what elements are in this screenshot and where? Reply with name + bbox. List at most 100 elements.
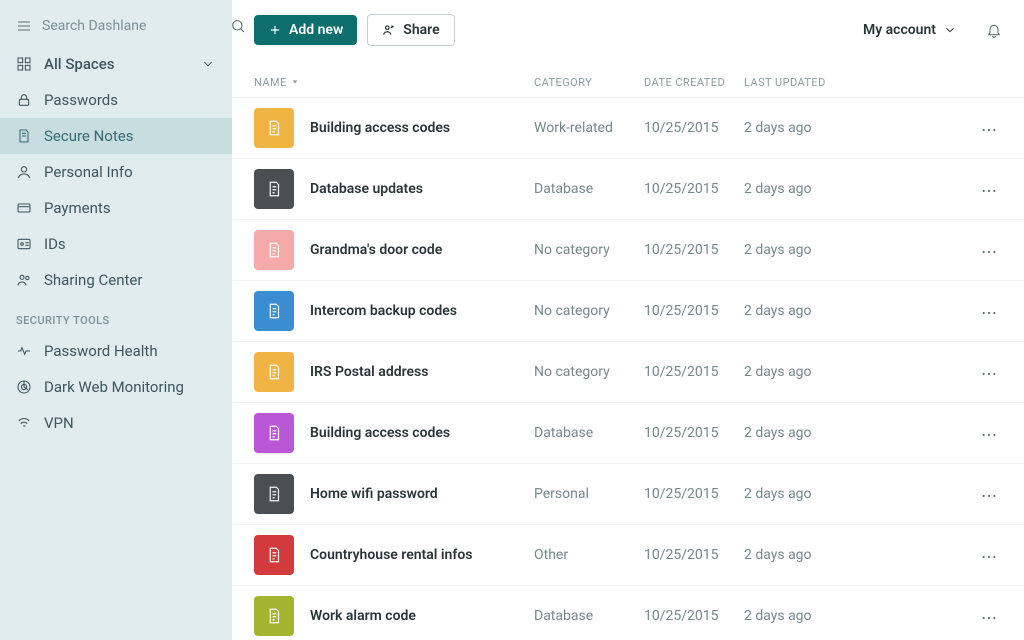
- note-category: No category: [534, 303, 644, 319]
- note-date: 10/25/2015: [644, 120, 744, 136]
- note-category: No category: [534, 364, 644, 380]
- row-more-button[interactable]: [976, 299, 1002, 323]
- note-updated: 2 days ago: [744, 364, 894, 380]
- note-title: Home wifi password: [310, 486, 438, 502]
- row-more-button[interactable]: [976, 360, 1002, 384]
- row-more-button[interactable]: [976, 421, 1002, 445]
- note-date: 10/25/2015: [644, 425, 744, 441]
- note-updated: 2 days ago: [744, 242, 894, 258]
- note-title: Countryhouse rental infos: [310, 547, 472, 563]
- note-updated: 2 days ago: [744, 181, 894, 197]
- row-more-button[interactable]: [976, 604, 1002, 628]
- chevron-down-icon: [942, 22, 958, 38]
- sidebar-item-label: Dark Web Monitoring: [44, 378, 184, 396]
- note-color-icon: [254, 108, 294, 148]
- sidebar-item-payments[interactable]: Payments: [0, 190, 232, 226]
- bell-icon[interactable]: [986, 22, 1002, 38]
- note-updated: 2 days ago: [744, 425, 894, 441]
- row-more-button[interactable]: [976, 116, 1002, 140]
- note-color-icon: [254, 230, 294, 270]
- table-row[interactable]: Database updates Database10/25/20152 days…: [232, 159, 1024, 220]
- row-more-button[interactable]: [976, 482, 1002, 506]
- people-icon: [16, 272, 32, 288]
- sidebar: All Spaces Passwords Secure Notes Person…: [0, 0, 232, 640]
- chevron-down-icon: [200, 56, 216, 72]
- column-header-name[interactable]: NAME: [254, 76, 534, 89]
- note-date: 10/25/2015: [644, 303, 744, 319]
- radar-icon: [16, 379, 32, 395]
- table-row[interactable]: Building access codes Work-related10/25/2…: [232, 98, 1024, 159]
- note-updated: 2 days ago: [744, 120, 894, 136]
- table-row[interactable]: Home wifi passwordPersonal10/25/20152 da…: [232, 464, 1024, 525]
- lock-icon: [16, 92, 32, 108]
- spaces-icon: [16, 56, 32, 72]
- note-title: Database updates: [310, 181, 423, 197]
- sidebar-item-passwords[interactable]: Passwords: [0, 82, 232, 118]
- note-color-icon: [254, 535, 294, 575]
- sidebar-item-personal-info[interactable]: Personal Info: [0, 154, 232, 190]
- table-header: NAME CATEGORY DATE CREATED LAST UPDATED: [232, 58, 1024, 98]
- card-icon: [16, 200, 32, 216]
- sidebar-item-label: Personal Info: [44, 163, 133, 181]
- row-more-button[interactable]: [976, 238, 1002, 262]
- security-tools-label: SECURITY TOOLS: [0, 298, 232, 333]
- note-icon: [16, 128, 32, 144]
- sidebar-item-label: IDs: [44, 235, 66, 253]
- note-category: Personal: [534, 486, 644, 502]
- column-header-updated[interactable]: LAST UPDATED: [744, 76, 894, 89]
- sidebar-item-dark-web[interactable]: Dark Web Monitoring: [0, 369, 232, 405]
- table-row[interactable]: Building access codesDatabase10/25/20152…: [232, 403, 1024, 464]
- search-input[interactable]: [42, 18, 220, 34]
- person-icon: [16, 164, 32, 180]
- table-row[interactable]: Intercom backup codes No category10/25/20…: [232, 281, 1024, 342]
- note-updated: 2 days ago: [744, 303, 894, 319]
- account-label: My account: [863, 22, 936, 38]
- note-color-icon: [254, 474, 294, 514]
- note-color-icon: [254, 413, 294, 453]
- note-title: Work alarm code: [310, 608, 416, 624]
- column-header-date[interactable]: DATE CREATED: [644, 76, 744, 89]
- sort-caret-icon: [291, 76, 299, 89]
- table-row[interactable]: Countryhouse rental infosOther10/25/2015…: [232, 525, 1024, 586]
- sidebar-item-label: Password Health: [44, 342, 158, 360]
- row-more-button[interactable]: [976, 177, 1002, 201]
- sidebar-item-label: Secure Notes: [44, 127, 133, 145]
- column-header-category[interactable]: CATEGORY: [534, 76, 644, 89]
- row-more-button[interactable]: [976, 543, 1002, 567]
- note-title: Grandma's door code: [310, 242, 442, 258]
- table-row[interactable]: Work alarm codeDatabase10/25/20152 days …: [232, 586, 1024, 640]
- sidebar-item-label: Payments: [44, 199, 111, 217]
- note-date: 10/25/2015: [644, 242, 744, 258]
- sidebar-item-secure-notes[interactable]: Secure Notes: [0, 118, 232, 154]
- sidebar-item-sharing-center[interactable]: Sharing Center: [0, 262, 232, 298]
- note-date: 10/25/2015: [644, 181, 744, 197]
- sidebar-item-ids[interactable]: IDs: [0, 226, 232, 262]
- note-category: Work-related: [534, 120, 644, 136]
- sidebar-item-all-spaces[interactable]: All Spaces: [0, 46, 232, 82]
- note-updated: 2 days ago: [744, 486, 894, 502]
- note-category: No category: [534, 242, 644, 258]
- note-title: Intercom backup codes: [310, 303, 457, 319]
- main-panel: Add new Share My account NAME CATEGORY D…: [232, 0, 1024, 640]
- wifi-icon: [16, 415, 32, 431]
- table-row[interactable]: IRS Postal addressNo category10/25/20152…: [232, 342, 1024, 403]
- my-account-menu[interactable]: My account: [863, 22, 958, 38]
- sidebar-item-password-health[interactable]: Password Health: [0, 333, 232, 369]
- note-color-icon: [254, 291, 294, 331]
- menu-icon[interactable]: [16, 18, 32, 34]
- sidebar-item-label: VPN: [44, 414, 74, 432]
- note-category: Database: [534, 181, 644, 197]
- note-category: Database: [534, 425, 644, 441]
- button-label: Add new: [289, 22, 343, 38]
- add-new-button[interactable]: Add new: [254, 15, 357, 45]
- note-color-icon: [254, 596, 294, 636]
- note-updated: 2 days ago: [744, 547, 894, 563]
- note-category: Database: [534, 608, 644, 624]
- note-date: 10/25/2015: [644, 364, 744, 380]
- sidebar-item-vpn[interactable]: VPN: [0, 405, 232, 441]
- note-title: Building access codes: [310, 120, 450, 136]
- share-button[interactable]: Share: [367, 14, 454, 46]
- sidebar-item-label: All Spaces: [44, 55, 188, 73]
- search-row: [0, 8, 232, 46]
- table-row[interactable]: Grandma's door code No category10/25/2015…: [232, 220, 1024, 281]
